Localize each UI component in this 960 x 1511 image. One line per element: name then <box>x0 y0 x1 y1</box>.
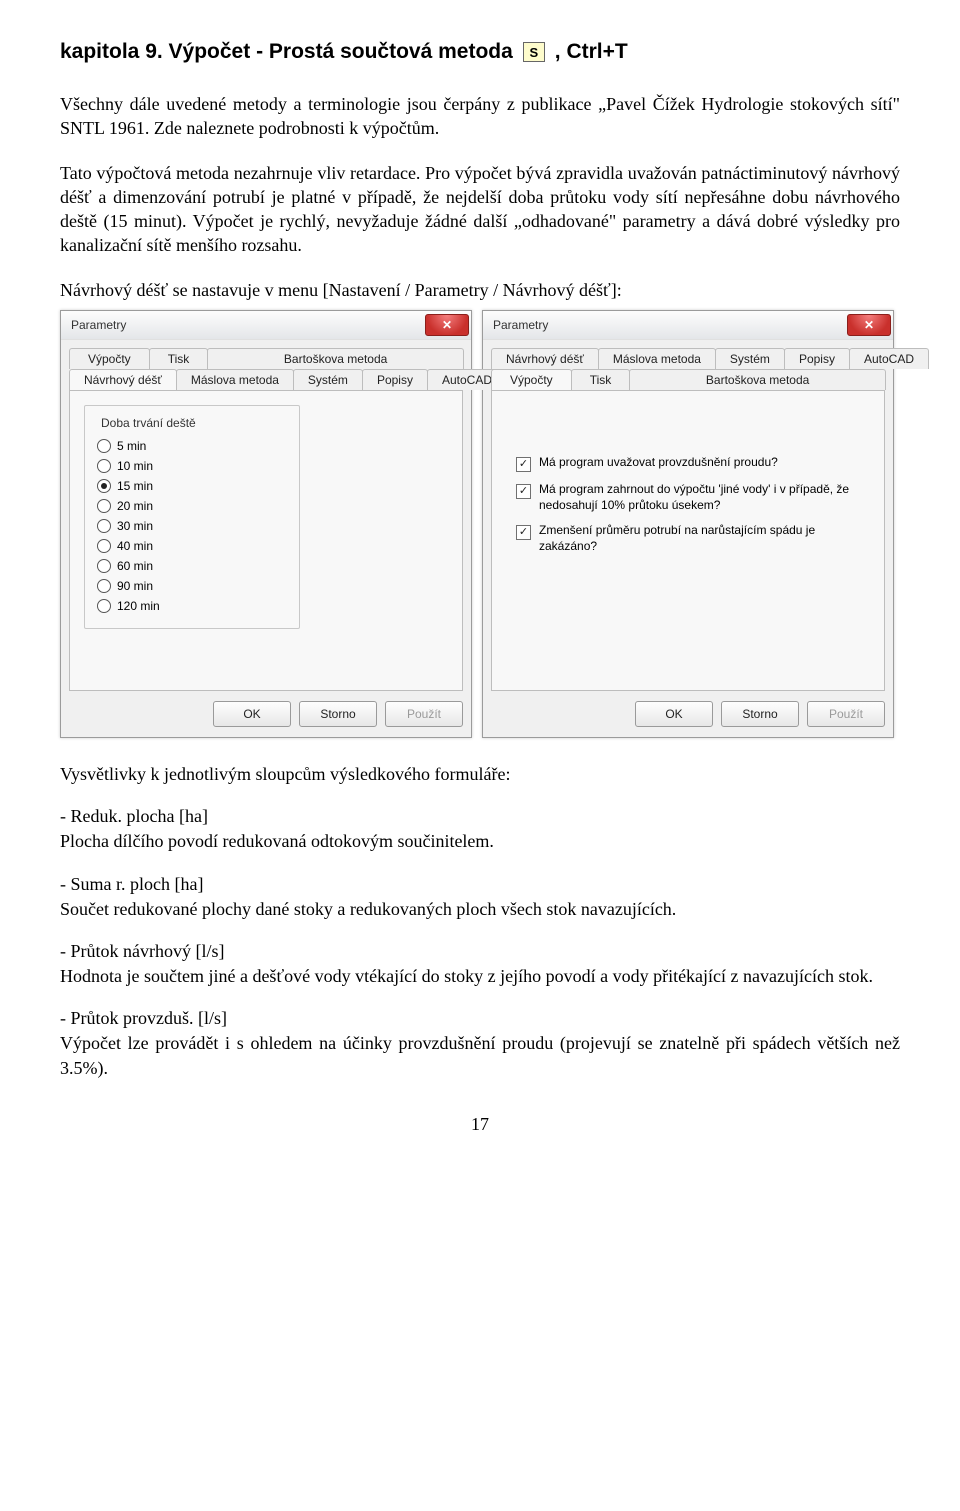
heading-prefix: kapitola 9. Výpočet - Prostá součtová me… <box>60 40 513 64</box>
tab-tisk[interactable]: Tisk <box>149 348 209 369</box>
tab-vypocty[interactable]: Výpočty <box>69 348 150 369</box>
tab-popisy[interactable]: Popisy <box>362 369 428 390</box>
close-button[interactable]: ✕ <box>425 314 469 336</box>
radio-20min[interactable] <box>97 499 111 513</box>
tab-bartoskova[interactable]: Bartoškova metoda <box>207 348 464 369</box>
tab-maslova[interactable]: Máslova metoda <box>176 369 294 390</box>
dialog-title: Parametry <box>71 318 126 332</box>
tab-tisk[interactable]: Tisk <box>571 369 631 390</box>
tab-maslova[interactable]: Máslova metoda <box>598 348 716 369</box>
legend-intro: Vysvětlivky k jednotlivým sloupcům výsle… <box>60 762 900 786</box>
dialog-title: Parametry <box>493 318 548 332</box>
groupbox-title: Doba trvání deště <box>97 416 200 430</box>
term-title-1: - Reduk. plocha [ha] <box>60 806 900 827</box>
heading-suffix: , Ctrl+T <box>555 40 628 64</box>
titlebar: Parametry ✕ <box>61 311 471 340</box>
check-row-3: Zmenšení průměru potrubí na narůstajícím… <box>506 513 870 554</box>
titlebar: Parametry ✕ <box>483 311 893 340</box>
radio-120min[interactable] <box>97 599 111 613</box>
intro-paragraph-3: Návrhový déšť se nastavuje v menu [Nasta… <box>60 278 900 302</box>
s-toolbar-icon: S <box>523 42 545 62</box>
intro-paragraph-2: Tato výpočtová metoda nezahrnuje vliv re… <box>60 161 900 258</box>
tab-row-lower: Výpočty Tisk Bartoškova metoda <box>491 369 885 391</box>
apply-button[interactable]: Použít <box>385 701 463 727</box>
radio-list: 5 min 10 min 15 min 20 min 30 min 40 min… <box>97 436 287 616</box>
close-icon: ✕ <box>864 319 874 331</box>
cancel-button[interactable]: Storno <box>299 701 377 727</box>
checkbox-jine-vody[interactable] <box>516 484 531 499</box>
radio-40min[interactable] <box>97 539 111 553</box>
term-desc-2: Součet redukované plochy dané stoky a re… <box>60 897 900 921</box>
page-number: 17 <box>60 1114 900 1135</box>
parametry-dialog-right: Parametry ✕ Návrhový déšť Máslova metoda… <box>482 310 894 738</box>
checkbox-provzdusneni[interactable] <box>516 457 531 472</box>
tab-navrhovy-dest[interactable]: Návrhový déšť <box>69 369 177 390</box>
radio-5min[interactable] <box>97 439 111 453</box>
cancel-button[interactable]: Storno <box>721 701 799 727</box>
apply-button[interactable]: Použít <box>807 701 885 727</box>
close-button[interactable]: ✕ <box>847 314 891 336</box>
parametry-dialog-left: Parametry ✕ Výpočty Tisk Bartoškova meto… <box>60 310 472 738</box>
tab-body-right: Má program uvažovat provzdušnění proudu?… <box>491 391 885 691</box>
tab-row-upper: Návrhový déšť Máslova metoda Systém Popi… <box>491 348 885 369</box>
ok-button[interactable]: OK <box>213 701 291 727</box>
tab-popisy[interactable]: Popisy <box>784 348 850 369</box>
term-title-2: - Suma r. ploch [ha] <box>60 874 900 895</box>
term-title-3: - Průtok návrhový [l/s] <box>60 941 900 962</box>
check-row-2: Má program zahrnout do výpočtu 'jiné vod… <box>506 472 870 513</box>
radio-30min[interactable] <box>97 519 111 533</box>
dialogs-row: Parametry ✕ Výpočty Tisk Bartoškova meto… <box>60 310 900 738</box>
button-row: OK Storno Použít <box>483 691 893 737</box>
button-row: OK Storno Použít <box>61 691 471 737</box>
radio-60min[interactable] <box>97 559 111 573</box>
ok-button[interactable]: OK <box>635 701 713 727</box>
doba-trvani-groupbox: Doba trvání deště 5 min 10 min 15 min 20… <box>84 405 300 629</box>
term-desc-4: Výpočet lze provádět i s ohledem na účin… <box>60 1031 900 1080</box>
term-desc-3: Hodnota je součtem jiné a dešťové vody v… <box>60 964 900 988</box>
tab-system[interactable]: Systém <box>293 369 363 390</box>
tab-vypocty[interactable]: Výpočty <box>491 369 572 390</box>
checkbox-zmenseni-prumeru[interactable] <box>516 525 531 540</box>
tab-system[interactable]: Systém <box>715 348 785 369</box>
check-row-1: Má program uvažovat provzdušnění proudu? <box>506 445 870 472</box>
tab-row-lower: Návrhový déšť Máslova metoda Systém Popi… <box>69 369 463 391</box>
close-icon: ✕ <box>442 319 452 331</box>
intro-paragraph-1: Všechny dále uvedené metody a terminolog… <box>60 92 900 141</box>
tab-body-left: Doba trvání deště 5 min 10 min 15 min 20… <box>69 391 463 691</box>
radio-90min[interactable] <box>97 579 111 593</box>
term-desc-1: Plocha dílčího povodí redukovaná odtokov… <box>60 829 900 853</box>
chapter-heading: kapitola 9. Výpočet - Prostá součtová me… <box>60 40 900 64</box>
term-title-4: - Průtok provzduš. [l/s] <box>60 1008 900 1029</box>
tab-navrhovy-dest[interactable]: Návrhový déšť <box>491 348 599 369</box>
tab-row-upper: Výpočty Tisk Bartoškova metoda <box>69 348 463 369</box>
tab-bartoskova[interactable]: Bartoškova metoda <box>629 369 886 390</box>
tab-autocad[interactable]: AutoCAD <box>849 348 929 369</box>
radio-10min[interactable] <box>97 459 111 473</box>
radio-15min[interactable] <box>97 479 111 493</box>
